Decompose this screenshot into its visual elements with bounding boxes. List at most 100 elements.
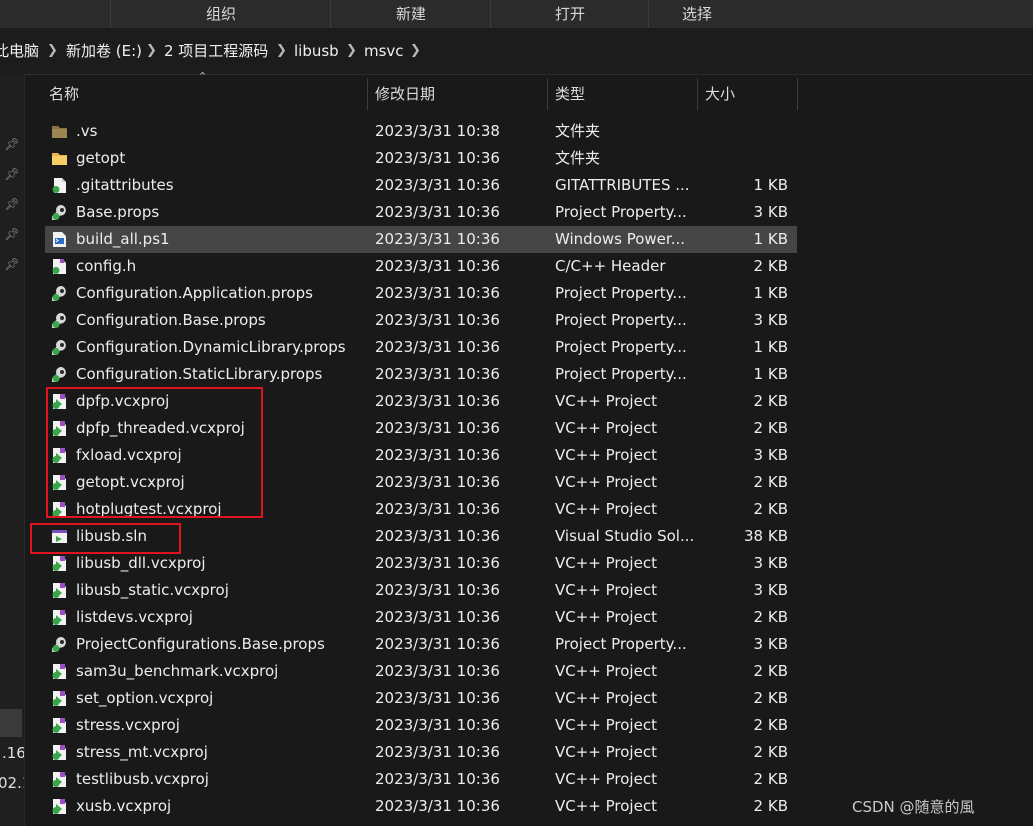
breadcrumb-msvc[interactable]: msvc — [364, 28, 404, 74]
pin-icon[interactable]: 📌︎ — [4, 256, 20, 272]
nav-selected-item[interactable] — [0, 709, 22, 737]
file-row[interactable]: Configuration.Base.props 2023/3/31 10:36 P… — [45, 307, 797, 334]
file-date-modified: 2023/3/31 10:36 — [375, 797, 500, 815]
pin-icon[interactable]: 📌︎ — [4, 196, 20, 212]
file-date-modified: 2023/3/31 10:36 — [375, 203, 500, 221]
column-header-type[interactable]: 类型 — [555, 74, 585, 114]
breadcrumb-chevron-icon[interactable]: ❯ — [47, 28, 58, 74]
file-type: 文件夹 — [555, 149, 601, 167]
file-date-modified: 2023/3/31 10:36 — [375, 176, 500, 194]
file-size: 2 KB — [753, 608, 788, 626]
file-type: VC++ Project — [555, 743, 657, 761]
file-row[interactable]: Configuration.DynamicLibrary.props 2023/3… — [45, 334, 797, 361]
file-type: VC++ Project — [555, 446, 657, 464]
file-row[interactable]: libusb_dll.vcxproj 2023/3/31 10:36 VC++ Pr… — [45, 550, 797, 577]
file-row[interactable]: Configuration.StaticLibrary.props 2023/3/… — [45, 361, 797, 388]
column-divider[interactable] — [797, 78, 798, 110]
breadcrumb-project-source[interactable]: 2 项目工程源码 — [164, 28, 268, 74]
file-row[interactable]: getopt 2023/3/31 10:36 文件夹 — [45, 145, 797, 172]
column-header-name[interactable]: 名称 — [49, 74, 79, 114]
file-date-modified: 2023/3/31 10:36 — [375, 554, 500, 572]
props-file-icon — [51, 339, 68, 356]
file-type: Project Property... — [555, 284, 687, 302]
file-type: VC++ Project — [555, 689, 657, 707]
file-date-modified: 2023/3/31 10:36 — [375, 500, 500, 518]
column-header-date[interactable]: 修改日期 — [375, 74, 435, 114]
file-row[interactable]: listdevs.vcxproj 2023/3/31 10:36 VC++ Proj… — [45, 604, 797, 631]
ribbon-group-open[interactable]: 打开 — [490, 0, 649, 28]
file-row[interactable]: build_all.ps1 2023/3/31 10:36 Windows Powe… — [45, 226, 797, 253]
file-name: build_all.ps1 — [76, 230, 170, 248]
breadcrumb-chevron-icon[interactable]: ❯ — [346, 28, 357, 74]
file-date-modified: 2023/3/31 10:36 — [375, 392, 500, 410]
file-date-modified: 2023/3/31 10:36 — [375, 257, 500, 275]
file-type: Project Property... — [555, 338, 687, 356]
vcxproj-file-icon — [51, 771, 68, 788]
file-date-modified: 2023/3/31 10:36 — [375, 743, 500, 761]
file-type: Project Property... — [555, 635, 687, 653]
breadcrumb-this-pc[interactable]: 此电脑 — [0, 28, 39, 74]
powershell-file-icon — [51, 231, 68, 248]
file-date-modified: 2023/3/31 10:36 — [375, 770, 500, 788]
breadcrumb-chevron-icon[interactable]: ❯ — [410, 28, 421, 74]
breadcrumb-chevron-icon[interactable]: ❯ — [276, 28, 287, 74]
address-bar[interactable]: 此电脑 ❯ 新加卷 (E:) ❯ 2 项目工程源码 ❯ libusb ❯ msv… — [0, 28, 1033, 75]
breadcrumb-drive[interactable]: 新加卷 (E:) — [66, 28, 142, 74]
file-name: ProjectConfigurations.Base.props — [76, 635, 325, 653]
gitattributes-file-icon — [51, 177, 68, 194]
pin-icon[interactable]: 📌︎ — [4, 166, 20, 182]
file-size: 1 KB — [753, 365, 788, 383]
file-type: Windows Power... — [555, 230, 686, 248]
file-size: 2 KB — [753, 419, 788, 437]
file-size: 3 KB — [753, 203, 788, 221]
file-name: .gitattributes — [76, 176, 174, 194]
file-type: C/C++ Header — [555, 257, 666, 275]
nav-item-fragment[interactable]: 02.1 — [0, 774, 24, 792]
ribbon-group-organize[interactable]: 组织 — [110, 0, 331, 28]
file-row[interactable]: .gitattributes 2023/3/31 10:36 GITATTRIBUT… — [45, 172, 797, 199]
breadcrumb-libusb[interactable]: libusb — [294, 28, 339, 74]
vcxproj-file-icon — [51, 717, 68, 734]
file-row[interactable]: Configuration.Application.props 2023/3/31… — [45, 280, 797, 307]
breadcrumb-chevron-icon[interactable]: ❯ — [146, 28, 157, 74]
column-divider[interactable] — [367, 78, 368, 110]
file-date-modified: 2023/3/31 10:36 — [375, 338, 500, 356]
file-row[interactable]: config.h 2023/3/31 10:36 C/C++ Header 2 KB — [45, 253, 797, 280]
file-size: 38 KB — [744, 527, 788, 545]
column-header-size[interactable]: 大小 — [705, 74, 735, 114]
pin-icon[interactable]: 📌︎ — [4, 226, 20, 242]
file-row[interactable]: stress.vcxproj 2023/3/31 10:36 VC++ Projec… — [45, 712, 797, 739]
file-size: 2 KB — [753, 473, 788, 491]
file-row[interactable]: set_option.vcxproj 2023/3/31 10:36 VC++ Pr… — [45, 685, 797, 712]
file-type: VC++ Project — [555, 554, 657, 572]
file-row[interactable]: xusb.vcxproj 2023/3/31 10:36 VC++ Project 2… — [45, 793, 797, 820]
file-name: .vs — [76, 122, 98, 140]
file-size: 2 KB — [753, 770, 788, 788]
nav-item-fragment[interactable]: .16 — [2, 744, 24, 762]
file-row[interactable]: ProjectConfigurations.Base.props 2023/3/3… — [45, 631, 797, 658]
vcxproj-file-icon — [51, 582, 68, 599]
file-size: 3 KB — [753, 554, 788, 572]
file-type: VC++ Project — [555, 500, 657, 518]
vcxproj-file-icon — [51, 798, 68, 815]
file-row[interactable]: libusb_static.vcxproj 2023/3/31 10:36 VC++… — [45, 577, 797, 604]
file-row[interactable]: Base.props 2023/3/31 10:36 Project Propert… — [45, 199, 797, 226]
file-size: 2 KB — [753, 797, 788, 815]
pin-icon[interactable]: 📌︎ — [4, 136, 20, 152]
file-type: VC++ Project — [555, 419, 657, 437]
file-date-modified: 2023/3/31 10:36 — [375, 365, 500, 383]
file-size: 3 KB — [753, 446, 788, 464]
props-file-icon — [51, 204, 68, 221]
file-name: Configuration.Application.props — [76, 284, 313, 302]
file-row[interactable]: sam3u_benchmark.vcxproj 2023/3/31 10:36 VC… — [45, 658, 797, 685]
ribbon-group-new[interactable]: 新建 — [330, 0, 491, 28]
file-row[interactable]: .vs 2023/3/31 10:38 文件夹 — [45, 118, 797, 145]
file-date-modified: 2023/3/31 10:36 — [375, 716, 500, 734]
vcxproj-file-icon — [51, 663, 68, 680]
file-date-modified: 2023/3/31 10:36 — [375, 311, 500, 329]
file-row[interactable]: testlibusb.vcxproj 2023/3/31 10:36 VC++ Pr… — [45, 766, 797, 793]
ribbon-group-select[interactable]: 选择 — [648, 0, 745, 28]
column-divider[interactable] — [697, 78, 698, 110]
file-row[interactable]: stress_mt.vcxproj 2023/3/31 10:36 VC++ Pro… — [45, 739, 797, 766]
column-divider[interactable] — [547, 78, 548, 110]
